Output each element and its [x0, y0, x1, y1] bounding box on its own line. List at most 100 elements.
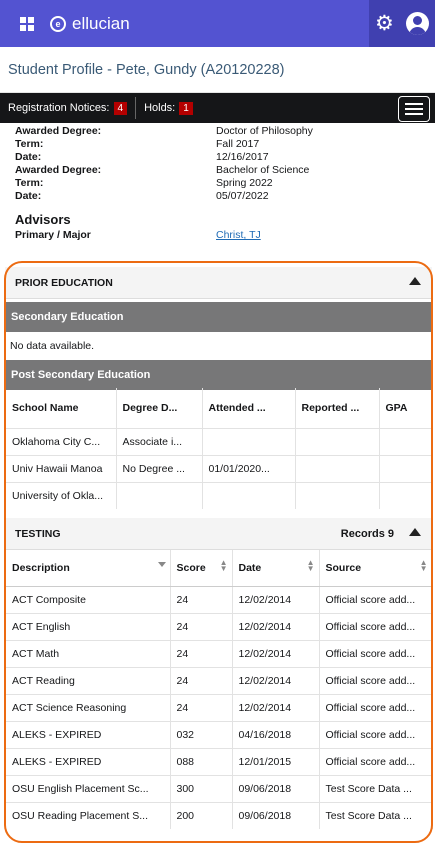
- degree-value: Fall 2017: [216, 138, 260, 150]
- table-cell: [295, 427, 380, 455]
- table-cell: 032: [170, 720, 233, 748]
- advisor-row: Primary / Major Christ, TJ: [0, 229, 435, 241]
- table-cell: No Degree ...: [116, 454, 203, 482]
- table-row[interactable]: University of Okla...: [6, 481, 433, 509]
- topbar-actions: ⚙: [369, 0, 435, 47]
- table-row[interactable]: OSU English Placement Sc... 300 09/06/2018…: [6, 774, 433, 802]
- column-label: Source: [325, 561, 362, 574]
- sort-descending-icon: [157, 562, 166, 567]
- degree-value: 12/16/2017: [216, 151, 269, 163]
- table-cell: [379, 481, 433, 509]
- table-cell: [202, 481, 296, 509]
- registration-notices[interactable]: Registration Notices: 4: [0, 101, 135, 115]
- table-cell: Associate i...: [116, 427, 203, 455]
- table-row[interactable]: ALEKS - EXPIRED 032 04/16/2018 Official sco…: [6, 720, 433, 748]
- column-header[interactable]: GPA: [379, 388, 433, 428]
- column-header-score[interactable]: Score ▲ ▼: [170, 550, 233, 587]
- post-secondary-education-header: Post Secondary Education: [5, 360, 432, 390]
- holds[interactable]: Holds: 1: [136, 101, 201, 115]
- table-row[interactable]: ACT English 24 12/02/2014 Official score ad…: [6, 612, 433, 640]
- degree-label: Term:: [15, 138, 44, 150]
- table-cell: OSU Reading Placement S...: [6, 801, 171, 829]
- table-cell: 04/16/2018: [232, 720, 320, 748]
- sort-icon: ▲ ▼: [219, 558, 228, 573]
- table-cell: ALEKS - EXPIRED: [6, 720, 171, 748]
- table-cell: 12/01/2015: [232, 747, 320, 775]
- table-row[interactable]: Oklahoma City C... Associate i...: [6, 427, 433, 455]
- table-cell: 09/06/2018: [232, 801, 320, 829]
- degree-row: Term: Fall 2017: [0, 138, 435, 151]
- column-header[interactable]: Attended ...: [202, 388, 296, 428]
- no-data-message: No data available.: [10, 340, 95, 352]
- degree-row: Date: 05/07/2022: [0, 190, 435, 203]
- collapse-chevron-up-icon[interactable]: [409, 528, 421, 536]
- testing-header[interactable]: TESTING Records 9: [5, 518, 432, 550]
- collapse-chevron-up-icon[interactable]: [409, 277, 421, 285]
- table-cell: University of Okla...: [6, 481, 117, 509]
- table-cell: 200: [170, 801, 233, 829]
- table-cell: 12/02/2014: [232, 612, 320, 640]
- degree-row: Date: 12/16/2017: [0, 151, 435, 164]
- column-header-date[interactable]: Date ▲ ▼: [232, 550, 320, 587]
- table-row[interactable]: OSU Reading Placement S... 200 09/06/2018 T…: [6, 801, 433, 829]
- post-secondary-table: School Name Degree D... Attended ... Rep…: [6, 388, 433, 509]
- table-row[interactable]: ALEKS - EXPIRED 088 12/01/2015 Official sco…: [6, 747, 433, 775]
- degree-list: Awarded Degree: Doctor of Philosophy Term…: [0, 123, 435, 203]
- degree-row: Awarded Degree: Bachelor of Science: [0, 164, 435, 177]
- column-label: Score: [176, 561, 206, 574]
- degree-row: Term: Spring 2022: [0, 177, 435, 190]
- table-header-row: Description Score ▲ ▼ Date ▲ ▼ Source ▲ ▼: [6, 550, 433, 587]
- column-label: Description: [12, 561, 70, 574]
- column-header[interactable]: Reported ...: [295, 388, 380, 428]
- degree-value: 05/07/2022: [216, 190, 269, 202]
- testing-table: Description Score ▲ ▼ Date ▲ ▼ Source ▲ ▼ ACT …: [6, 550, 433, 829]
- registration-notices-count: 4: [113, 101, 128, 115]
- advisors-heading: Advisors: [15, 212, 71, 227]
- table-cell: 24: [170, 693, 233, 721]
- holds-label: Holds:: [144, 102, 176, 114]
- degree-row: Awarded Degree: Doctor of Philosophy: [0, 125, 435, 138]
- degree-label: Awarded Degree:: [15, 164, 102, 176]
- table-cell: [295, 454, 380, 482]
- table-cell: 12/02/2014: [232, 585, 320, 613]
- table-cell: 12/02/2014: [232, 666, 320, 694]
- table-cell: [295, 481, 380, 509]
- column-header-source[interactable]: Source ▲ ▼: [319, 550, 433, 587]
- table-cell: [116, 481, 203, 509]
- column-header[interactable]: School Name: [6, 388, 117, 428]
- table-cell: 24: [170, 639, 233, 667]
- table-cell: Official score add...: [319, 639, 433, 667]
- table-row[interactable]: ACT Science Reasoning 24 12/02/2014 Officia…: [6, 693, 433, 721]
- brand-name: ellucian: [72, 13, 130, 33]
- table-row[interactable]: ACT Math 24 12/02/2014 Official score add..…: [6, 639, 433, 667]
- column-header[interactable]: Degree D...: [116, 388, 203, 428]
- degree-value: Spring 2022: [216, 177, 273, 189]
- degree-value: Bachelor of Science: [216, 164, 310, 176]
- table-row[interactable]: ACT Composite 24 12/02/2014 Official score …: [6, 585, 433, 613]
- degree-value: Doctor of Philosophy: [216, 125, 313, 137]
- table-cell: ALEKS - EXPIRED: [6, 747, 171, 775]
- degree-label: Term:: [15, 177, 44, 189]
- column-label: Date: [238, 561, 262, 574]
- table-cell: [379, 454, 433, 482]
- advisor-link[interactable]: Christ, TJ: [216, 229, 261, 241]
- sort-icon: ▲ ▼: [419, 558, 428, 573]
- app-grid-icon[interactable]: [20, 16, 34, 31]
- table-row[interactable]: ACT Reading 24 12/02/2014 Official score ad…: [6, 666, 433, 694]
- brand[interactable]: e ellucian: [50, 14, 130, 34]
- table-cell: 01/01/2020...: [202, 454, 296, 482]
- degree-label: Awarded Degree:: [15, 125, 102, 137]
- degree-label: Date:: [15, 151, 42, 163]
- table-cell: [379, 427, 433, 455]
- table-cell: 24: [170, 666, 233, 694]
- table-row[interactable]: Univ Hawaii Manoa No Degree ... 01/01/20…: [6, 454, 433, 482]
- sort-icon: ▲ ▼: [306, 558, 315, 573]
- table-cell: 088: [170, 747, 233, 775]
- column-header-description[interactable]: Description: [6, 550, 171, 587]
- avatar-icon[interactable]: [405, 12, 429, 35]
- prior-education-header[interactable]: PRIOR EDUCATION: [5, 267, 432, 299]
- gear-icon[interactable]: ⚙: [375, 13, 394, 34]
- hamburger-menu-icon[interactable]: [398, 96, 430, 122]
- table-cell: 24: [170, 612, 233, 640]
- prior-education-heading: PRIOR EDUCATION: [15, 276, 113, 289]
